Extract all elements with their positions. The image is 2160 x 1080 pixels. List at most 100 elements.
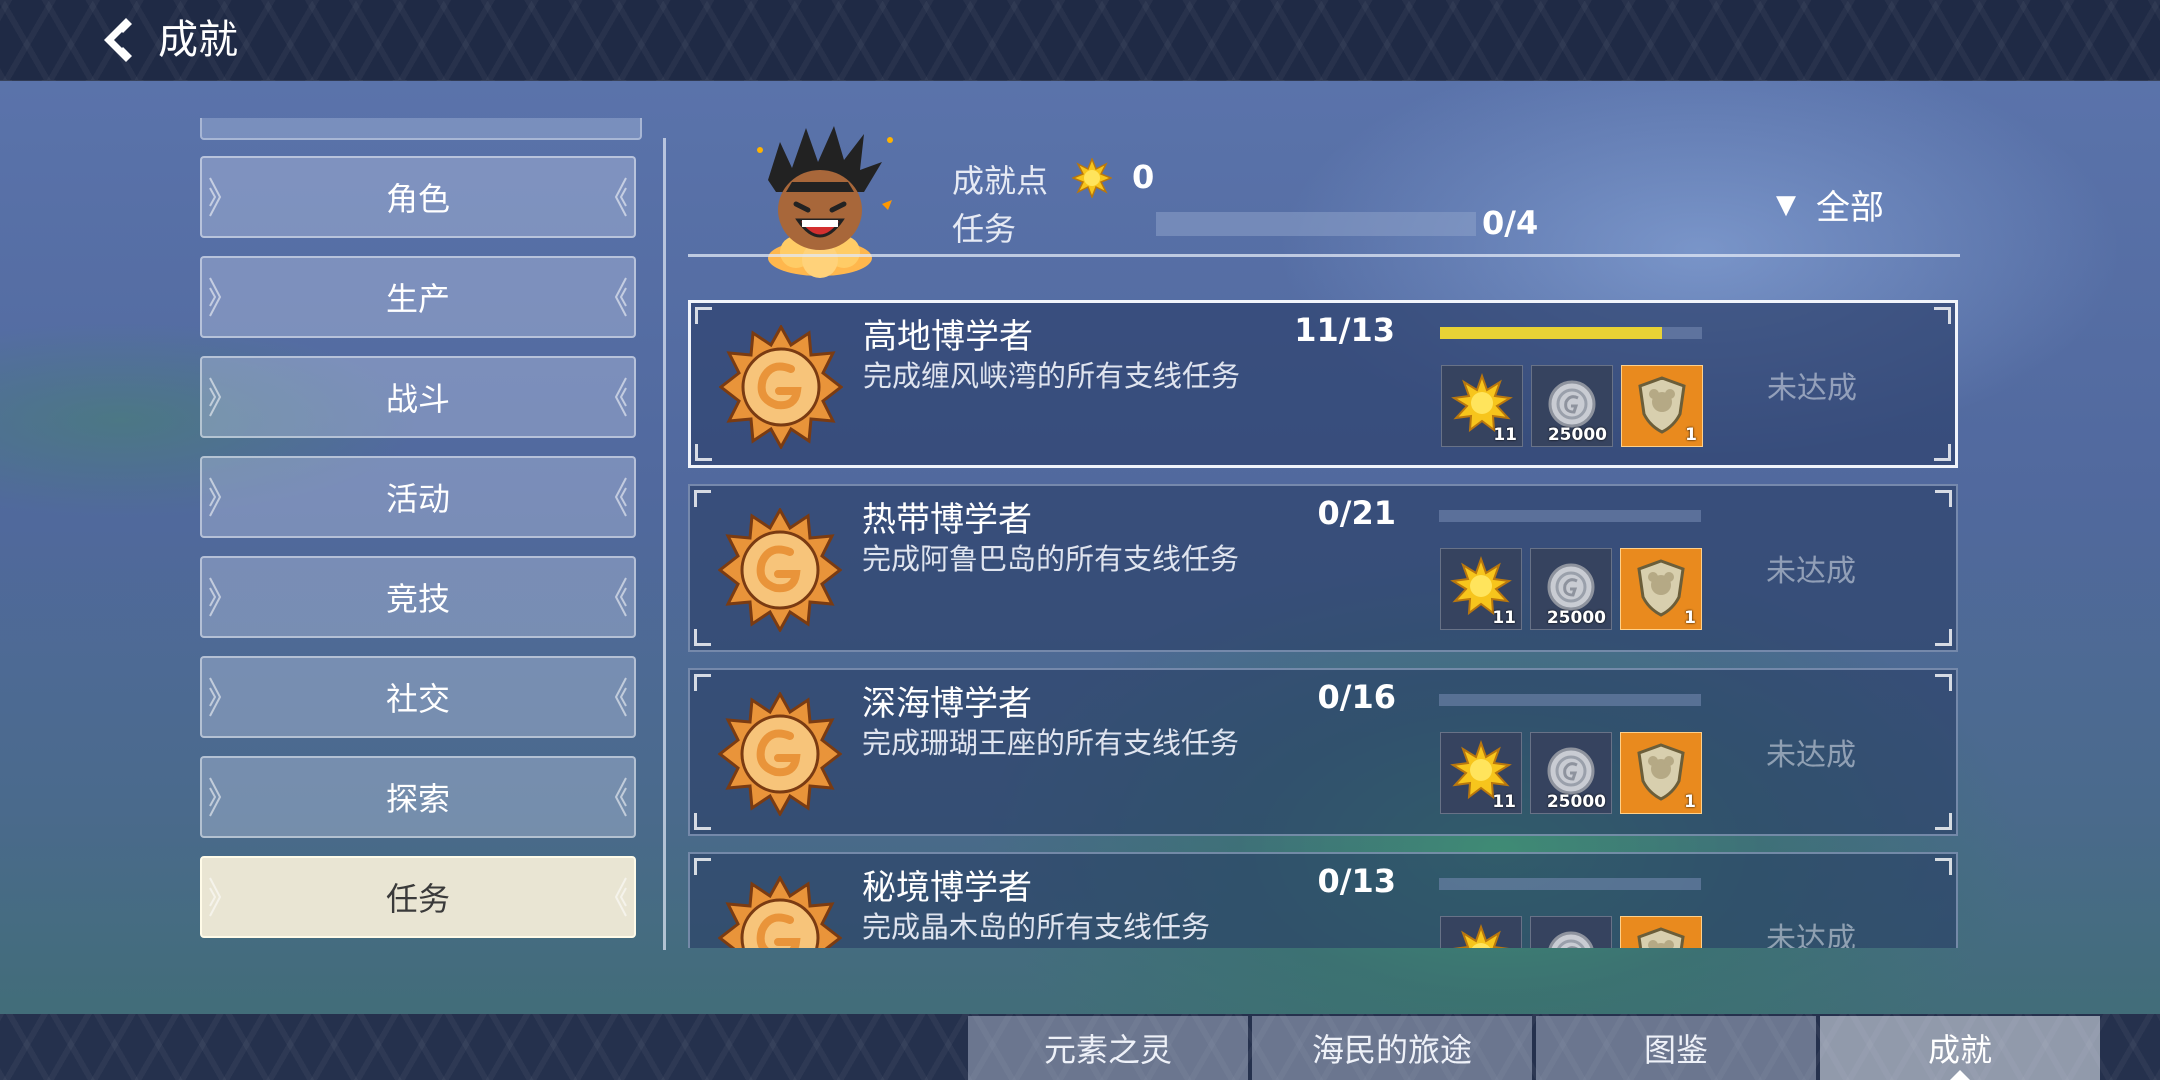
achievement-description: 完成珊瑚王座的所有支线任务 — [862, 726, 1240, 760]
card-corner — [1935, 629, 1952, 646]
bottom-tab-label: 元素之灵 — [1043, 1031, 1172, 1069]
achievement-card[interactable]: 秘境博学者完成晶木岛的所有支线任务 0/13 11250001 未达成 — [688, 852, 1958, 948]
sidebar-scroll-stub — [200, 118, 642, 140]
reward-slot[interactable]: 1 — [1620, 548, 1702, 630]
reward-list: 1125000 1 — [1441, 365, 1703, 447]
achievement-name: 热带博学者 — [862, 500, 1032, 540]
achievement-card[interactable]: 深海博学者 完成珊瑚王座的所有支线任务 0/16 11 25000 1 未达成 — [688, 668, 1958, 836]
back-arrow-icon — [104, 18, 132, 62]
achievement-medal-icon — [718, 323, 844, 451]
achievement-name: 高地博学者 — [863, 317, 1033, 357]
achievement-progress-bar — [1439, 878, 1701, 890]
achievement-name: 秘境博学者 — [862, 868, 1032, 908]
sidebar-item[interactable]: 竞技 — [200, 556, 636, 638]
reward-slot[interactable]: 11 — [1440, 548, 1522, 630]
reward-slot[interactable]: 1 — [1620, 916, 1702, 948]
card-corner — [694, 674, 711, 691]
achievement-status: 未达成 — [1766, 554, 1856, 589]
bottom-tab[interactable]: 元素之灵 — [968, 1016, 1248, 1080]
sidebar-item-label: 社交 — [385, 680, 450, 718]
sidebar-item[interactable]: 生产 — [200, 256, 636, 338]
bottom-tab-label: 图鉴 — [1643, 1031, 1708, 1069]
achievement-status: 未达成 — [1766, 922, 1856, 948]
card-corner — [694, 858, 711, 875]
triangle-down-icon: ▼ — [1776, 189, 1796, 220]
card-corner — [695, 444, 712, 461]
card-corner — [694, 813, 711, 830]
reward-slot[interactable]: 25000 — [1530, 916, 1612, 948]
sidebar-item[interactable]: 任务 — [200, 856, 636, 938]
reward-list: 11 25000 1 — [1440, 548, 1702, 630]
chevron-deco-icon — [614, 876, 628, 918]
task-progress-value: 0/4 — [1482, 204, 1539, 242]
reward-quantity: 1 — [1684, 608, 1696, 628]
card-corner — [694, 490, 711, 507]
achievement-description: 完成阿鲁巴岛的所有支线任务 — [862, 542, 1240, 576]
card-corner — [1934, 444, 1951, 461]
chevron-deco-icon — [208, 276, 222, 318]
achievement-points-label: 成就点 — [952, 162, 1049, 200]
achievement-points-value: 0 — [1132, 158, 1155, 196]
achievement-medal-icon — [717, 690, 843, 818]
sidebar-item[interactable]: 社交 — [200, 656, 636, 738]
card-corner — [695, 307, 712, 324]
achievement-list[interactable]: 高地博学者 完成缠风峡湾的所有支线任务 11/13 11 25000 1 未达成 热带博学者完… — [688, 300, 1960, 948]
filter-dropdown[interactable]: ▼ 全部 — [1776, 180, 1884, 229]
bottom-tab[interactable]: 成就 — [1820, 1016, 2100, 1080]
reward-slot[interactable]: 1 — [1620, 732, 1702, 814]
sidebar-item-label: 活动 — [385, 480, 450, 518]
reward-slot[interactable]: 11 — [1440, 916, 1522, 948]
reward-slot[interactable]: 25000 — [1530, 548, 1612, 630]
achievement-description: 完成缠风峡湾的所有支线任务 — [863, 359, 1241, 393]
chevron-deco-icon — [208, 176, 222, 218]
sidebar-item-label: 生产 — [385, 280, 450, 318]
chevron-deco-icon — [208, 676, 222, 718]
reward-slot[interactable]: 25000 — [1530, 732, 1612, 814]
reward-quantity: 1 — [1684, 792, 1696, 812]
chevron-deco-icon — [208, 776, 222, 818]
achievement-progress-text: 0/21 — [1317, 494, 1396, 532]
chevron-deco-icon — [614, 276, 628, 318]
reward-slot[interactable]: 11 — [1440, 732, 1522, 814]
reward-slot[interactable]: 25000 — [1531, 365, 1613, 447]
sun-point-icon — [1072, 158, 1112, 198]
chevron-deco-icon — [614, 776, 628, 818]
reward-slot[interactable]: 11 — [1441, 365, 1523, 447]
achievement-medal-icon — [717, 874, 843, 948]
achievement-card[interactable]: 热带博学者 完成阿鲁巴岛的所有支线任务 0/21 11 25000 1 未达成 — [688, 484, 1958, 652]
sidebar-item-label: 探索 — [385, 780, 450, 818]
active-caret-icon — [1950, 1070, 1970, 1080]
vertical-divider — [663, 138, 666, 950]
sidebar-item-label: 角色 — [385, 180, 450, 218]
chevron-deco-icon — [614, 476, 628, 518]
achievement-status: 未达成 — [1767, 371, 1857, 406]
sidebar-item-label: 战斗 — [385, 380, 450, 418]
bottom-tab-label: 海民的旅途 — [1311, 1031, 1472, 1069]
card-corner — [1934, 307, 1951, 324]
reward-quantity: 1 — [1685, 425, 1697, 445]
achievement-progress-text: 0/16 — [1317, 678, 1396, 716]
bottom-tab[interactable]: 海民的旅途 — [1252, 1016, 1532, 1080]
sidebar-item[interactable]: 战斗 — [200, 356, 636, 438]
chevron-deco-icon — [208, 876, 222, 918]
filter-label: 全部 — [1816, 188, 1884, 228]
card-corner — [1935, 813, 1952, 830]
reward-list: 11250001 — [1440, 916, 1702, 948]
chevron-deco-icon — [208, 376, 222, 418]
sidebar-item[interactable]: 探索 — [200, 756, 636, 838]
back-button[interactable] — [92, 10, 152, 70]
achievement-progress-bar — [1440, 327, 1702, 339]
card-corner — [1935, 858, 1952, 875]
sidebar-item[interactable]: 活动 — [200, 456, 636, 538]
top-bar — [0, 0, 2160, 81]
reward-quantity: 11 — [1492, 608, 1516, 628]
reward-quantity: 25000 — [1546, 792, 1606, 812]
achievement-progress-fill — [1440, 327, 1662, 339]
card-corner — [694, 629, 711, 646]
bottom-tab[interactable]: 图鉴 — [1536, 1016, 1816, 1080]
sidebar-item[interactable]: 角色 — [200, 156, 636, 238]
reward-slot[interactable]: 1 — [1621, 365, 1703, 447]
chevron-deco-icon — [614, 576, 628, 618]
achievement-card[interactable]: 高地博学者 完成缠风峡湾的所有支线任务 11/13 11 25000 1 未达成 — [688, 300, 1958, 468]
reward-quantity: 11 — [1492, 792, 1516, 812]
